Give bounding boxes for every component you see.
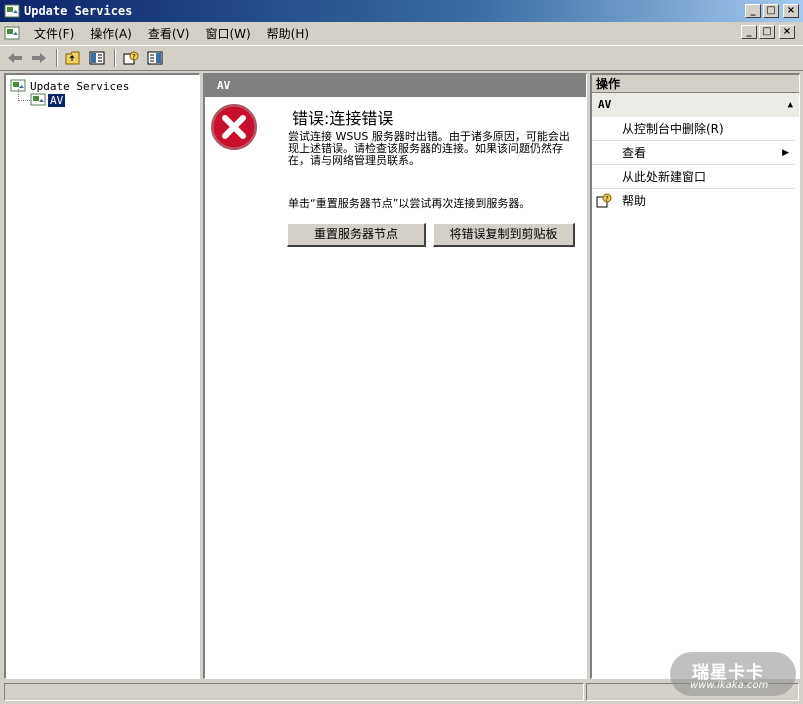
toolbar: ?: [0, 45, 803, 71]
tree-node-root-label: Update Services: [30, 79, 130, 93]
window-title: Update Services: [24, 4, 133, 18]
actions-section-label: AV: [598, 98, 612, 111]
error-message: 尝试连接 WSUS 服务器时出错。由于诸多原因，可能会出现上述错误。请检查该服务…: [288, 130, 570, 167]
tree-node-av-label: AV: [48, 93, 66, 107]
action-view[interactable]: 查看 ▶: [592, 141, 795, 165]
tree-connector: [18, 89, 30, 101]
server-icon: [30, 93, 46, 106]
minimize-button[interactable]: _: [745, 4, 761, 18]
menu-window[interactable]: 窗口(W): [197, 25, 258, 42]
svg-text:?: ?: [132, 53, 136, 61]
watermark-url: www.ikaka.com: [690, 680, 769, 691]
error-icon: [210, 103, 258, 151]
result-pane-header: AV: [205, 75, 586, 97]
result-pane: AV 错误:连接错误 尝试连接 WSUS 服务器时出错。由于诸多原因，可能会出现…: [203, 73, 587, 679]
action-label: 帮助: [622, 194, 647, 208]
watermark-logo: 瑞星卡卡 www.ikaka.com: [670, 652, 798, 698]
action-pane-icon[interactable]: [144, 48, 166, 68]
submenu-arrow-icon: ▶: [782, 148, 789, 158]
copy-error-button[interactable]: 将错误复制到剪贴板: [433, 223, 575, 247]
show-hide-tree-icon[interactable]: [86, 48, 108, 68]
maximize-button[interactable]: □: [763, 4, 779, 18]
action-new-window[interactable]: 从此处新建窗口: [592, 165, 795, 189]
title-bar: Update Services _ □ ×: [0, 0, 803, 22]
forward-icon[interactable]: [28, 48, 50, 68]
help-icon[interactable]: ?: [120, 48, 142, 68]
collapse-arrow-icon[interactable]: ▲: [788, 93, 793, 117]
console-icon[interactable]: [4, 25, 20, 41]
status-cell-main: [4, 683, 584, 701]
menu-file[interactable]: 文件(F): [26, 25, 82, 42]
console-tree: Update Services AV: [4, 73, 200, 679]
toolbar-separator: [56, 49, 58, 67]
child-close-button[interactable]: ×: [779, 25, 795, 39]
back-icon[interactable]: [4, 48, 26, 68]
child-window-controls: _ □ ×: [741, 25, 799, 39]
close-button[interactable]: ×: [783, 4, 799, 18]
actions-pane: 操作 AV ▲ 从控制台中删除(R) 查看 ▶ 从此处新建窗口 ? 帮助: [590, 73, 800, 679]
reset-server-node-button[interactable]: 重置服务器节点: [287, 223, 426, 247]
help-icon: ?: [596, 193, 612, 208]
actions-header: 操作: [592, 75, 799, 93]
tree-node-av[interactable]: AV: [30, 93, 66, 107]
toolbar-separator: [114, 49, 116, 67]
actions-section-av[interactable]: AV ▲: [592, 93, 799, 117]
action-label: 查看: [622, 146, 647, 160]
error-title: 错误:连接错误: [292, 109, 394, 128]
menu-help[interactable]: 帮助(H): [259, 25, 317, 42]
error-hint: 单击“重置服务器节点”以尝试再次连接到服务器。: [288, 197, 531, 210]
menu-bar: 文件(F) 操作(A) 查看(V) 窗口(W) 帮助(H) _ □ ×: [0, 22, 803, 44]
menu-action[interactable]: 操作(A): [82, 25, 140, 42]
child-minimize-button[interactable]: _: [741, 25, 757, 39]
menu-view[interactable]: 查看(V): [140, 25, 198, 42]
action-label: 从此处新建窗口: [622, 170, 707, 184]
action-help[interactable]: ? 帮助: [592, 189, 799, 213]
up-folder-icon[interactable]: [62, 48, 84, 68]
action-label: 从控制台中删除(R): [622, 122, 724, 136]
svg-text:?: ?: [605, 195, 609, 203]
action-remove-from-console[interactable]: 从控制台中删除(R): [592, 117, 795, 141]
app-icon: [4, 4, 20, 18]
child-restore-button[interactable]: □: [759, 25, 775, 39]
